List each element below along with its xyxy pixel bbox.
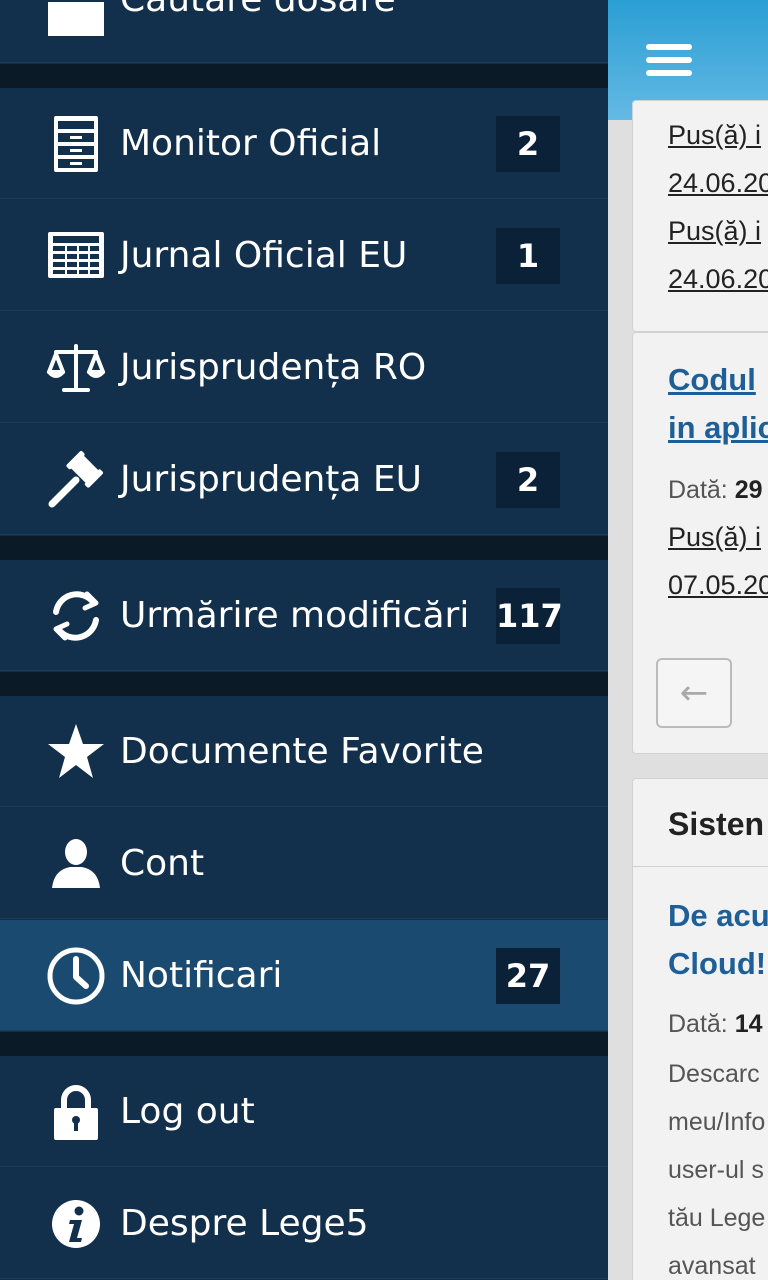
refresh-icon: [46, 586, 106, 646]
nav-item-jurisprudenta-eu[interactable]: Jurisprudența EU 2: [0, 424, 608, 535]
main-content: Pus(ă) i 24.06.20 Pus(ă) i 24.06.20 Codu…: [608, 0, 768, 1280]
posted-link[interactable]: Pus(ă) i: [668, 522, 761, 553]
posted-link[interactable]: Pus(ă) i: [668, 120, 761, 151]
nav-item-despre-lege5[interactable]: Despre Lege5: [0, 1168, 608, 1279]
nav-item-label: Monitor Oficial: [120, 123, 382, 164]
navigation-drawer: Cautare dosare Monitor Oficial 2: [0, 0, 608, 1280]
gavel-icon: [46, 450, 106, 510]
nav-item-notificari[interactable]: Notificari 27: [0, 920, 608, 1031]
date-line: Dată: 29: [668, 476, 763, 504]
document-title[interactable]: in aplic: [668, 410, 768, 446]
posted-link[interactable]: Pus(ă) i: [668, 216, 761, 247]
nav-item-label: Documente Favorite: [120, 731, 484, 772]
posted-date[interactable]: 24.06.20: [668, 264, 768, 295]
nav-item-cont[interactable]: Cont: [0, 808, 608, 919]
nav-item-urmarire-modificari[interactable]: Urmărire modificări 117: [0, 560, 608, 671]
news-body: user-ul s: [668, 1156, 764, 1184]
folder-icon: [46, 0, 106, 58]
previous-page-button[interactable]: ←: [656, 658, 732, 728]
divider: [632, 866, 768, 867]
menu-separator: [0, 64, 608, 88]
nav-item-label: Jurisprudența EU: [120, 459, 422, 500]
lock-icon: [46, 1082, 106, 1142]
date-line: Dată: 14: [668, 1010, 763, 1038]
count-badge: 117: [496, 588, 563, 644]
info-icon: [46, 1194, 106, 1254]
scales-icon: [46, 338, 106, 398]
document-title[interactable]: Codul: [668, 362, 756, 398]
nav-item-jurisprudenta-ro[interactable]: Jurisprudența RO: [0, 312, 608, 423]
count-badge: 27: [496, 948, 560, 1004]
nav-item-label: Jurnal Oficial EU: [120, 235, 408, 276]
section-header: Sisten: [668, 806, 765, 842]
menu-separator: [0, 672, 608, 696]
count-badge: 2: [496, 452, 560, 508]
hamburger-menu-icon[interactable]: [646, 44, 692, 78]
news-body: tău Lege: [668, 1204, 766, 1232]
nav-item-label: Cont: [120, 843, 205, 884]
nav-item-label: Jurisprudența RO: [120, 347, 427, 388]
clock-icon: [46, 946, 106, 1006]
posted-date[interactable]: 07.05.20: [668, 570, 768, 601]
nav-item-cautare-dosare[interactable]: Cautare dosare: [0, 0, 608, 63]
posted-date[interactable]: 24.06.20: [668, 168, 768, 199]
cabinet-icon: [46, 114, 106, 174]
count-badge: 1: [496, 228, 560, 284]
news-title[interactable]: De acu: [668, 898, 768, 934]
star-icon: [46, 722, 106, 782]
nav-item-label: Urmărire modificări: [120, 595, 470, 636]
user-icon: [46, 834, 106, 894]
news-body: meu/Info: [668, 1108, 766, 1136]
newspaper-icon: [46, 226, 106, 286]
nav-item-label: Cautare dosare: [120, 0, 396, 55]
nav-item-monitor-oficial[interactable]: Monitor Oficial 2: [0, 88, 608, 199]
count-badge: 2: [496, 116, 560, 172]
nav-item-label: Despre Lege5: [120, 1203, 369, 1244]
nav-item-documente-favorite[interactable]: Documente Favorite: [0, 696, 608, 807]
news-title[interactable]: Cloud!: [668, 946, 766, 982]
news-body: Descarc: [668, 1060, 760, 1088]
news-body: avansat: [668, 1252, 756, 1280]
menu-separator: [0, 536, 608, 560]
nav-item-jurnal-oficial-eu[interactable]: Jurnal Oficial EU 1: [0, 200, 608, 311]
nav-item-label: Notificari: [120, 955, 283, 996]
nav-item-log-out[interactable]: Log out: [0, 1056, 608, 1167]
nav-item-label: Log out: [120, 1091, 255, 1132]
menu-separator: [0, 1032, 608, 1056]
